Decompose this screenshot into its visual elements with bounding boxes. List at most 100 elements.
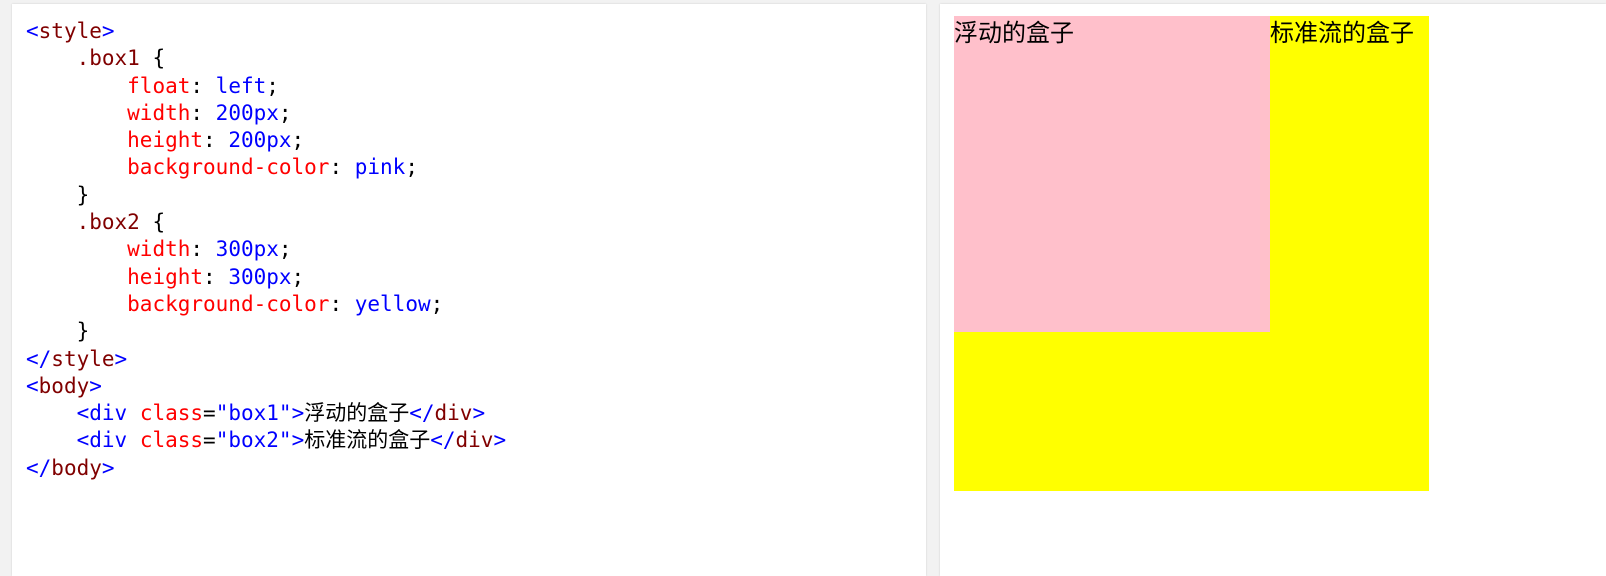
preview-stage: 浮动的盒子 标准流的盒子 [954, 16, 1429, 491]
code-token: > [291, 401, 305, 426]
code-line: <div class="box2">标准流的盒子</div> [26, 427, 507, 454]
code-line: height: 300px; [26, 264, 506, 291]
code-token: { [139, 210, 166, 235]
code-token: > [114, 346, 128, 371]
code-line: } [26, 182, 506, 209]
code-token: class [139, 401, 204, 426]
code-token: style [38, 19, 102, 43]
code-token: </ [409, 401, 435, 426]
code-line: background-color: pink; [26, 154, 506, 181]
code-line: height: 200px; [26, 127, 506, 154]
code-token: 200px [215, 100, 279, 125]
code-token: } [26, 319, 90, 344]
code-token: > [472, 401, 486, 426]
code-token: > [291, 428, 305, 453]
code-token: ; [266, 73, 279, 98]
code-token: : [190, 237, 216, 262]
code-line: </body> [26, 455, 506, 482]
code-token: height [127, 128, 204, 153]
code-token: body [38, 373, 90, 398]
code-token: left [215, 73, 267, 98]
code-token: = [203, 401, 216, 426]
code-token: : [329, 155, 355, 180]
code-token: </ [26, 346, 52, 371]
code-line: <style> [26, 18, 506, 45]
code-token: < [76, 428, 90, 453]
code-token: div [434, 401, 473, 426]
code-token: : [203, 128, 229, 153]
code-token: div [455, 428, 494, 453]
code-token: < [26, 373, 39, 398]
code-token: 标准流的盒子 [304, 428, 431, 453]
code-token: ; [278, 100, 292, 125]
code-token: : [329, 291, 355, 316]
preview-pane: 浮动的盒子 标准流的盒子 [940, 4, 1606, 576]
code-token: width [127, 237, 191, 262]
code-line: <div class="box1">浮动的盒子</div> [26, 400, 506, 427]
code-token: </ [26, 455, 52, 480]
code-token: background-color [127, 291, 330, 316]
code-token: : [203, 264, 229, 289]
code-line: .box2 { [26, 209, 506, 236]
code-line: <body> [26, 373, 506, 400]
code-token: 浮动的盒子 [304, 401, 410, 426]
code-token: div [89, 428, 128, 453]
code-token: div [89, 401, 128, 426]
code-token: background-color [127, 155, 330, 180]
code-token: 300px [228, 264, 292, 289]
code-line: width: 300px; [26, 236, 506, 263]
code-token: < [26, 19, 39, 43]
code-token: height [127, 264, 204, 289]
code-token: body [51, 455, 102, 480]
code-token: < [76, 401, 90, 426]
code-token: { [139, 46, 166, 71]
code-token: > [89, 373, 102, 398]
code-token: yellow [354, 291, 431, 316]
code-token: : [190, 73, 216, 98]
code-token: ; [291, 264, 305, 289]
code-token: .box1 [76, 46, 140, 71]
code-token: ; [430, 291, 444, 316]
code-token: </ [430, 428, 456, 453]
code-token: : [190, 100, 216, 125]
code-line: .box1 { [26, 45, 506, 72]
code-token: float [127, 73, 191, 98]
code-token: style [51, 346, 115, 371]
code-line: float: left; [26, 73, 506, 100]
floating-box: 浮动的盒子 [954, 16, 1270, 332]
code-line: width: 200px; [26, 100, 506, 127]
code-token: } [26, 182, 90, 207]
code-token: > [101, 455, 115, 480]
code-line: background-color: yellow; [26, 291, 506, 318]
code-token: > [101, 19, 115, 43]
code-token: ; [291, 128, 305, 153]
code-block: <style> .box1 { float: left; width: 200p… [26, 18, 506, 482]
code-token: .box2 [76, 210, 140, 235]
code-token: ; [278, 237, 292, 262]
code-token: "box1" [215, 401, 292, 426]
code-editor-pane: <style> .box1 { float: left; width: 200p… [12, 4, 926, 576]
code-token: ; [405, 155, 418, 180]
code-token: width [127, 100, 191, 125]
code-token: > [493, 428, 507, 453]
code-line: </style> [26, 346, 506, 373]
code-token: 300px [215, 237, 279, 262]
code-token: class [139, 428, 204, 453]
code-token: pink [354, 155, 406, 180]
code-token: "box2" [215, 428, 292, 453]
code-token: = [203, 428, 216, 453]
code-line: } [26, 318, 506, 345]
